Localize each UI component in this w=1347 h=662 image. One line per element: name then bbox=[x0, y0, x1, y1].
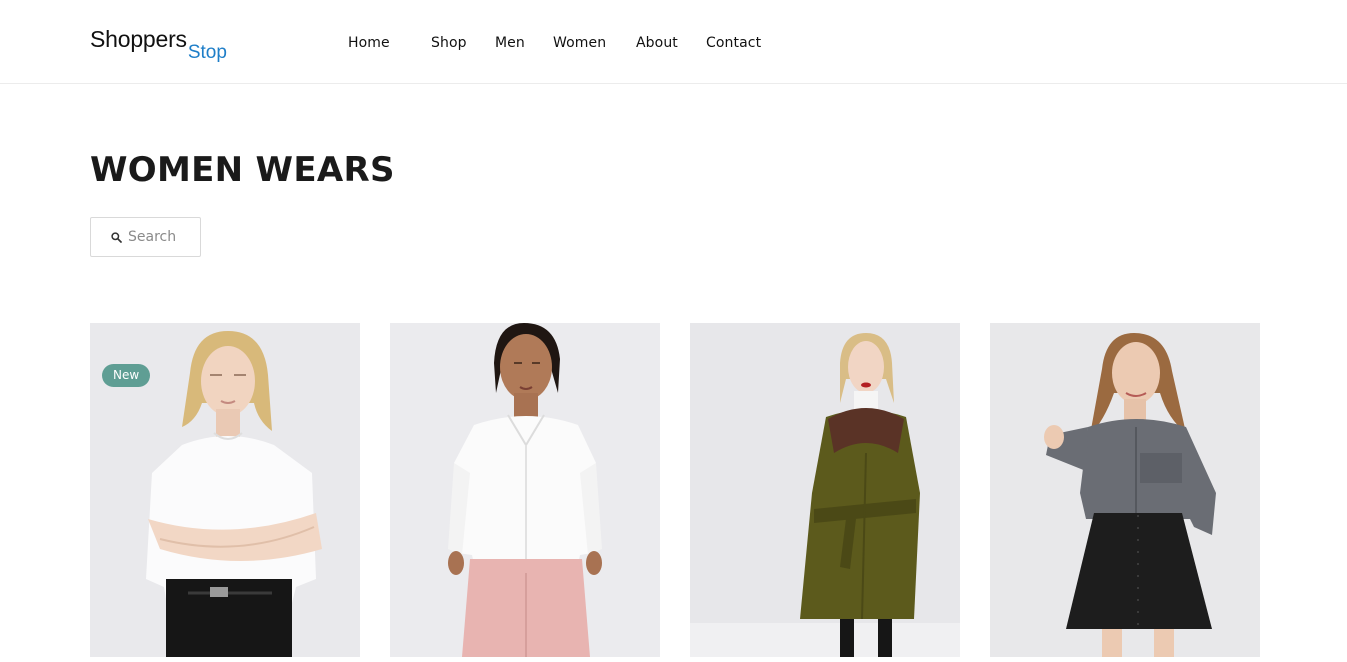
nav-item-women[interactable]: Women bbox=[553, 35, 606, 51]
product-image bbox=[690, 323, 960, 657]
product-card[interactable] bbox=[690, 323, 960, 657]
product-card[interactable] bbox=[390, 323, 660, 657]
site-header: ShoppersStop Home Shop Men Women About C… bbox=[0, 0, 1347, 84]
nav-item-contact[interactable]: Contact bbox=[706, 35, 761, 51]
new-badge: New bbox=[102, 364, 151, 387]
product-image bbox=[390, 323, 660, 657]
search-icon bbox=[110, 231, 122, 243]
brand-logo[interactable]: ShoppersStop bbox=[90, 26, 227, 63]
search-box[interactable] bbox=[90, 217, 201, 257]
page-title: WOMEN WEARS bbox=[90, 150, 395, 190]
nav-item-shop[interactable]: Shop bbox=[431, 35, 467, 51]
product-card[interactable] bbox=[990, 323, 1260, 657]
logo-sub-text: Stop bbox=[187, 42, 227, 63]
product-card[interactable]: New bbox=[90, 323, 360, 657]
logo-main-text: Shoppers bbox=[90, 26, 187, 52]
nav-item-about[interactable]: About bbox=[636, 35, 678, 51]
search-input[interactable] bbox=[128, 229, 200, 245]
nav-item-home[interactable]: Home bbox=[348, 35, 390, 51]
nav-item-men[interactable]: Men bbox=[495, 35, 525, 51]
product-image bbox=[990, 323, 1260, 657]
